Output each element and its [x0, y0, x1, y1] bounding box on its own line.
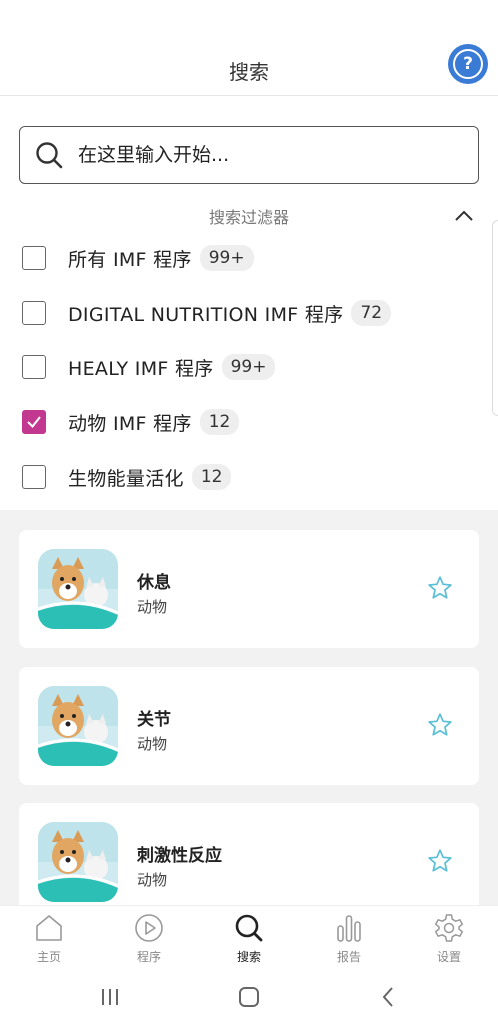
system-nav-bar — [0, 969, 498, 1024]
bottom-nav: 主页 程序 搜索 报告 设置 — [0, 905, 498, 969]
card-title: 关节 — [137, 710, 171, 730]
filter-item-digital-nutrition[interactable]: DIGITAL NUTRITION IMF 程序 72 — [22, 296, 392, 330]
card-category: 动物 — [137, 871, 168, 889]
nav-item-settings[interactable]: 设置 — [409, 906, 489, 970]
filter-label: HEALY IMF 程序 — [68, 357, 214, 380]
list-item[interactable]: 关节 动物 — [19, 667, 479, 785]
bar-chart-icon — [337, 915, 361, 942]
checkbox[interactable] — [22, 301, 46, 325]
filter-item-all-imf[interactable]: 所有 IMF 程序 99+ — [22, 241, 254, 275]
checkbox[interactable] — [22, 465, 46, 489]
star-icon[interactable] — [427, 848, 453, 874]
filter-title: 搜索过滤器 — [208, 208, 289, 227]
checkbox-checked[interactable] — [22, 410, 46, 434]
nav-label: 搜索 — [236, 950, 261, 964]
search-icon — [36, 142, 63, 169]
nav-label: 主页 — [36, 950, 61, 964]
chevron-up-icon[interactable] — [452, 204, 476, 228]
home-button-icon[interactable] — [235, 983, 263, 1011]
results-list: 休息 动物 关节 动物 刺激性反应 动物 — [0, 510, 498, 921]
back-icon[interactable] — [375, 983, 403, 1011]
filter-label: 生物能量活化 — [68, 467, 184, 490]
nav-item-programs[interactable]: 程序 — [109, 906, 189, 970]
star-icon[interactable] — [427, 712, 453, 738]
search-field[interactable] — [19, 126, 479, 184]
list-item[interactable]: 休息 动物 — [19, 530, 479, 648]
scrollbar[interactable] — [492, 220, 498, 416]
filter-header[interactable]: 搜索过滤器 — [0, 204, 498, 228]
home-icon — [36, 915, 62, 941]
filter-item-bioenergy[interactable]: 生物能量活化 12 — [22, 460, 232, 494]
nav-label: 程序 — [136, 950, 161, 964]
filter-label: 动物 IMF 程序 — [68, 412, 192, 435]
help-circle-icon: ? — [453, 49, 483, 79]
help-button[interactable]: ? — [448, 44, 488, 84]
count-badge: 12 — [191, 464, 232, 490]
app-header: 搜索 ? — [0, 0, 498, 96]
checkbox[interactable] — [22, 355, 46, 379]
search-icon — [235, 914, 263, 942]
filter-label: DIGITAL NUTRITION IMF 程序 — [68, 303, 344, 326]
page-title: 搜索 — [229, 60, 269, 84]
filter-item-healy-imf[interactable]: HEALY IMF 程序 99+ — [22, 350, 276, 384]
play-icon — [135, 914, 163, 942]
filter-item-animal-imf[interactable]: 动物 IMF 程序 12 — [22, 405, 240, 439]
star-icon[interactable] — [427, 575, 453, 601]
recent-apps-icon[interactable] — [96, 983, 124, 1011]
card-title: 休息 — [137, 573, 171, 593]
gear-icon — [434, 914, 464, 942]
nav-item-home[interactable]: 主页 — [9, 906, 89, 970]
card-category: 动物 — [137, 735, 168, 753]
dog-cat-thumbnail — [38, 822, 118, 902]
card-category: 动物 — [137, 598, 168, 616]
count-badge: 99+ — [199, 245, 254, 271]
dog-cat-thumbnail — [38, 686, 118, 766]
count-badge: 72 — [351, 300, 392, 326]
checkbox[interactable] — [22, 246, 46, 270]
filter-label: 所有 IMF 程序 — [68, 248, 192, 271]
nav-label: 设置 — [436, 950, 461, 964]
nav-label: 报告 — [336, 950, 361, 964]
checkmark-icon — [27, 416, 41, 429]
count-badge: 12 — [199, 409, 240, 435]
nav-item-search[interactable]: 搜索 — [209, 906, 289, 970]
dog-cat-thumbnail — [38, 549, 118, 629]
count-badge: 99+ — [221, 354, 276, 380]
search-input[interactable] — [78, 144, 438, 166]
nav-item-reports[interactable]: 报告 — [309, 906, 389, 970]
list-item[interactable]: 刺激性反应 动物 — [19, 803, 479, 921]
card-title: 刺激性反应 — [137, 846, 222, 866]
